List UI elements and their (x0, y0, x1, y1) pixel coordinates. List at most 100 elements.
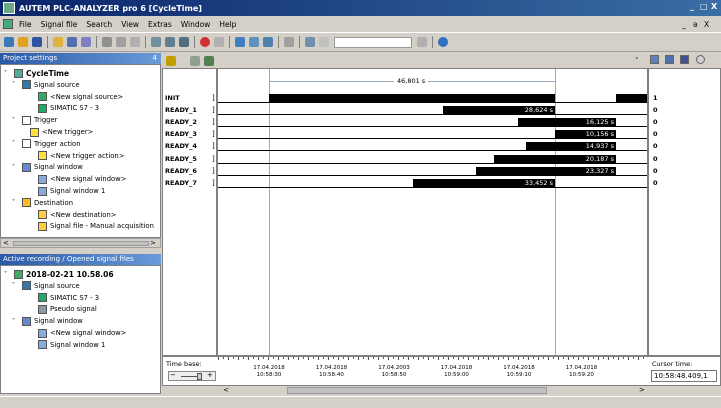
tree-item[interactable]: <New signal source> (28, 91, 123, 103)
help-icon[interactable] (438, 37, 448, 47)
find-icon[interactable] (305, 37, 315, 47)
search-next-icon[interactable] (417, 37, 427, 47)
tree-item[interactable]: ˅ 2018-02-21 10.58.06 (4, 268, 114, 280)
signal-name[interactable]: READY_4 (165, 142, 197, 150)
time-base-minus-button[interactable]: − (170, 371, 176, 379)
menu-search[interactable]: Search (86, 20, 112, 29)
scroll-thumb[interactable] (13, 241, 149, 246)
menu-view[interactable]: View (121, 20, 139, 29)
scroll-right-icon[interactable]: > (150, 239, 156, 247)
align-icon[interactable] (179, 37, 189, 47)
search-combobox[interactable] (334, 36, 412, 48)
signal-name[interactable]: READY_2 (165, 118, 197, 126)
print-icon[interactable] (81, 37, 91, 47)
record-icon[interactable] (200, 37, 210, 47)
expander-icon[interactable]: ˅ (12, 117, 20, 124)
signal-settings-icon[interactable] (166, 55, 176, 66)
tree-item[interactable]: ˅ Signal source (12, 280, 80, 292)
cut-icon[interactable] (102, 37, 112, 47)
tree-item[interactable]: <New signal window> (28, 173, 126, 185)
minimize-button[interactable]: _ (690, 2, 694, 11)
menu-signal-file[interactable]: Signal file (41, 20, 78, 29)
timeline-scroll-thumb[interactable] (287, 387, 547, 394)
signal-name[interactable]: READY_3 (165, 130, 197, 138)
new-icon[interactable] (4, 37, 14, 47)
arrange-icon[interactable] (263, 37, 273, 47)
signal-table-icon[interactable] (190, 55, 200, 66)
scroll-left-icon[interactable]: < (3, 239, 9, 247)
tree-item[interactable]: SIMATIC S7 - 3 (28, 292, 99, 304)
signal-bar[interactable] (616, 94, 647, 103)
menu-extras[interactable]: Extras (148, 20, 172, 29)
close-button[interactable]: X (711, 2, 717, 11)
tree-item[interactable]: Signal file - Manual acquisition (28, 220, 154, 232)
expander-icon[interactable]: ˅ (12, 140, 20, 147)
document-icon[interactable] (3, 19, 13, 29)
window-layout-icon[interactable] (235, 37, 245, 47)
tree-item[interactable]: ˅ Signal source (12, 79, 80, 91)
copy-icon[interactable] (116, 37, 126, 47)
doc-minimize-button[interactable]: _ (682, 20, 686, 29)
menu-help[interactable]: Help (219, 20, 236, 29)
tree-item[interactable]: <New destination> (28, 209, 116, 221)
open-icon[interactable] (18, 37, 28, 47)
expander-icon[interactable]: ˅ (4, 70, 12, 77)
expander-icon[interactable]: ˅ (12, 199, 20, 206)
tree-item[interactable]: ˅ CycleTime (4, 67, 69, 79)
expander-icon[interactable]: ˅ (4, 271, 12, 278)
tree-item[interactable]: ˅ Destination (12, 197, 73, 209)
time-base-slider[interactable]: − + (168, 371, 216, 381)
doc-restore-button[interactable]: ə (693, 20, 698, 29)
time-base-plus-button[interactable]: + (207, 371, 213, 379)
table-icon[interactable] (165, 37, 175, 47)
signal-name[interactable]: READY_7 (165, 179, 197, 187)
cursor-time-value[interactable]: 10:58:48.409,1 (651, 370, 717, 382)
timeline-scroll-right-icon[interactable]: > (639, 386, 645, 394)
tree-item[interactable]: <New signal window> (28, 327, 126, 339)
grid-view-icon[interactable] (665, 55, 675, 64)
expander-icon[interactable]: ˅ (12, 81, 20, 88)
expander-icon[interactable]: ˅ (12, 318, 20, 325)
tree-item[interactable]: Signal window 1 (28, 339, 105, 351)
timeline-hscrollbar[interactable]: < > (217, 386, 648, 395)
tree-item[interactable]: Signal window 1 (28, 185, 105, 197)
stop-icon[interactable] (214, 37, 224, 47)
tree-item[interactable]: ˅ Signal window (12, 161, 83, 173)
maximize-button[interactable]: □ (700, 2, 708, 11)
menu-window[interactable]: Window (181, 20, 211, 29)
open-signal-file-icon[interactable] (53, 37, 63, 47)
paste-icon[interactable] (130, 37, 140, 47)
filter-icon[interactable] (319, 37, 329, 47)
timeline-plot[interactable]: 46,801 s 28,624 s 16,125 s 10,156 s 14,937 … (217, 68, 648, 356)
tree-item[interactable]: ˅ Trigger action (12, 138, 81, 150)
split-icon[interactable] (249, 37, 259, 47)
tree-item[interactable]: <New trigger action> (28, 150, 124, 162)
slider-thumb[interactable] (197, 373, 202, 380)
grid-icon[interactable] (151, 37, 161, 47)
expander-icon[interactable]: ˅ (12, 282, 20, 289)
save-signal-file-icon[interactable] (67, 37, 77, 47)
menu-file[interactable]: File (19, 20, 32, 29)
tree-item[interactable]: <New trigger> (20, 126, 93, 138)
signal-window-dropdown[interactable]: ˅ (635, 57, 639, 65)
chart-view-icon[interactable] (680, 55, 690, 64)
save-icon[interactable] (32, 37, 42, 47)
doc-close-button[interactable]: X (704, 20, 709, 29)
panel-pin-icon[interactable]: 4 (153, 53, 157, 64)
cursor-line-left[interactable] (269, 69, 270, 355)
signal-name[interactable]: READY_6 (165, 167, 197, 175)
list-view-icon[interactable] (650, 55, 659, 64)
zoom-icon[interactable] (284, 37, 294, 47)
signal-name[interactable]: READY_1 (165, 106, 197, 114)
signal-bar[interactable] (269, 94, 555, 103)
project-tree-hscrollbar[interactable]: < > (0, 238, 161, 248)
expander-icon[interactable]: ˅ (12, 164, 20, 171)
tree-item[interactable]: Pseudo signal (28, 303, 97, 315)
clock-icon[interactable] (695, 55, 705, 64)
cursor-line-right[interactable] (555, 69, 556, 355)
tree-item[interactable]: ˅ Trigger (12, 114, 57, 126)
tree-item[interactable]: ˅ Signal window (12, 315, 83, 327)
timeline-scroll-left-icon[interactable]: < (223, 386, 229, 394)
tree-item[interactable]: SIMATIC S7 - 3 (28, 102, 99, 114)
signal-export-icon[interactable] (204, 55, 214, 66)
